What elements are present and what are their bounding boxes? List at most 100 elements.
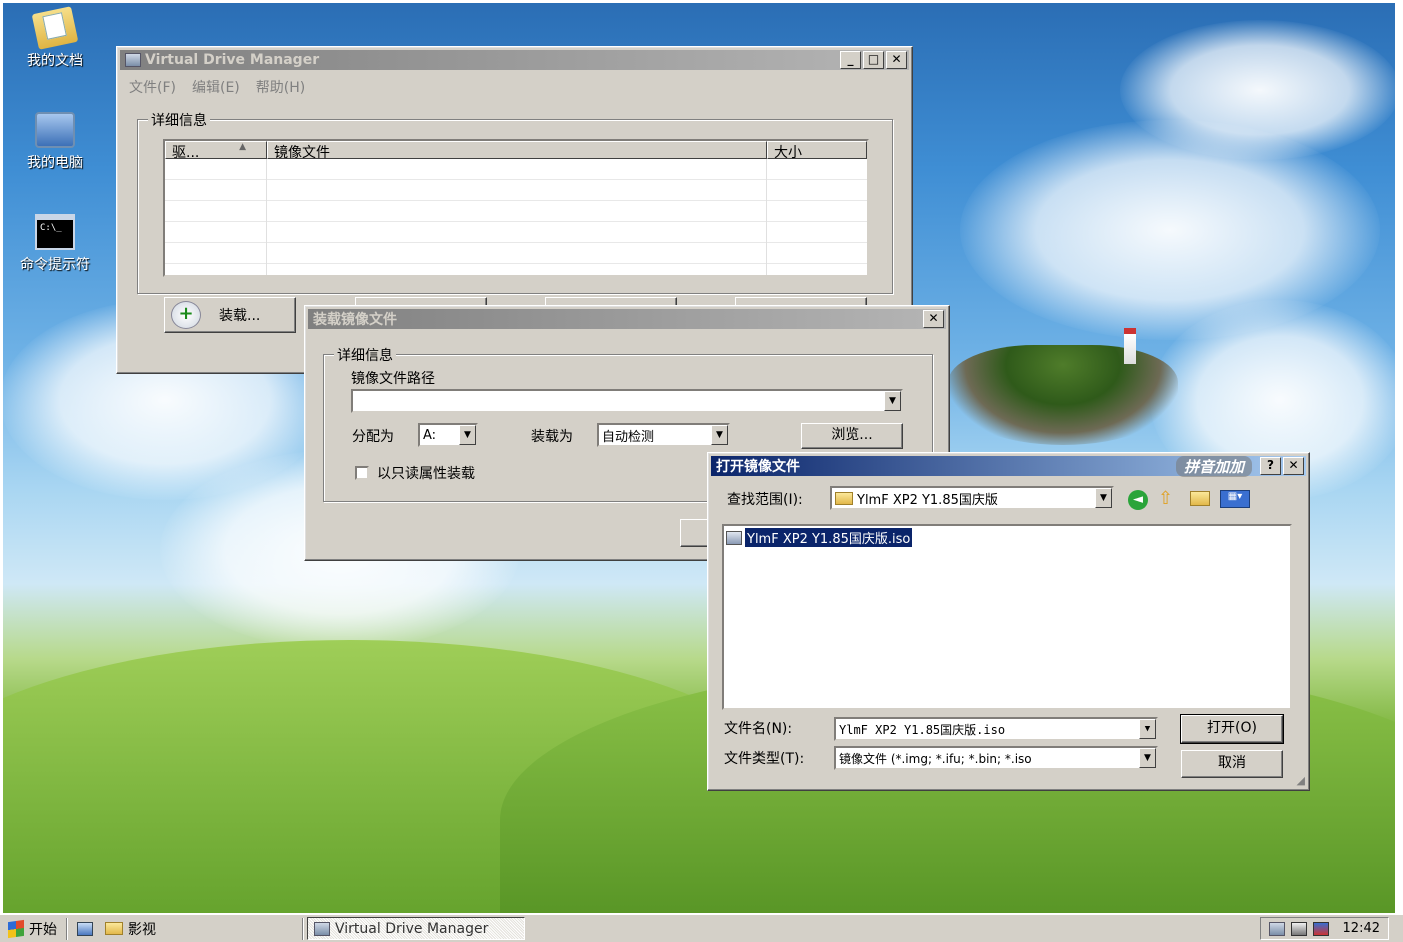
cancel-button-label: 取消 (1218, 755, 1246, 771)
menu-edit[interactable]: 编辑(E) (192, 77, 240, 97)
show-desktop-icon (77, 921, 93, 936)
close-button[interactable]: ✕ (886, 51, 907, 69)
filetype-select[interactable]: 镜像文件 (*.img; *.ifu; *.bin; *.iso ▼ (834, 746, 1158, 770)
vdm-title: Virtual Drive Manager (145, 52, 320, 68)
mount-dialog-title: 装载镜像文件 (313, 312, 397, 328)
vdm-titlebar[interactable]: Virtual Drive Manager _ □ ✕ (120, 50, 909, 70)
sort-asc-icon: ▲ (239, 142, 246, 152)
menu-help[interactable]: 帮助(H) (256, 77, 305, 97)
back-arrow-icon[interactable]: ◄ (1128, 490, 1148, 510)
start-button[interactable]: 开始 (0, 917, 63, 940)
group-legend: 详细信息 (148, 110, 210, 130)
cloud (1120, 20, 1400, 160)
list-item[interactable]: YlmF XP2 Y1.85国庆版.iso (726, 527, 1288, 548)
open-button-label: 打开(O) (1207, 720, 1257, 736)
chevron-down-icon[interactable]: ▼ (884, 391, 901, 411)
monitor-tray-icon[interactable] (1312, 921, 1329, 936)
task-label: Virtual Drive Manager (335, 920, 489, 937)
quick-folder-label: 影视 (128, 921, 156, 938)
new-folder-icon[interactable] (1190, 491, 1210, 506)
readonly-checkbox[interactable] (355, 466, 369, 480)
mount-as-value: 自动检测 (602, 429, 655, 445)
column-size[interactable]: 大小 (767, 141, 867, 161)
mount-as-label: 装载为 (531, 429, 573, 445)
floating-island (948, 345, 1178, 445)
assign-drive-value: A: (423, 427, 437, 443)
resize-grip-icon[interactable]: ◢ (1297, 774, 1305, 787)
file-name: YlmF XP2 Y1.85国庆版.iso (743, 527, 914, 548)
readonly-label: 以只读属性装载 (377, 466, 475, 482)
assign-drive-select[interactable]: A: ▼ (418, 423, 478, 447)
add-disc-icon: + (171, 301, 201, 329)
desktop-icon-label: 命令提示符 (20, 257, 90, 273)
mount-dialog-titlebar[interactable]: 装载镜像文件 ✕ (308, 309, 946, 329)
start-label: 开始 (29, 921, 57, 938)
quick-launch-show-desktop[interactable] (71, 917, 99, 940)
minimize-button[interactable]: _ (840, 51, 861, 69)
system-tray: 12:42 (1259, 917, 1389, 940)
taskbar: 开始 影视 Virtual Drive Manager 12:42 (0, 913, 1403, 942)
grid-line (766, 159, 767, 275)
desktop-icon-my-documents[interactable]: 我的文档 (5, 6, 105, 70)
filename-value: YlmF XP2 Y1.85国庆版.iso (839, 722, 1006, 737)
taskbar-separator (66, 917, 68, 940)
open-button[interactable]: 打开(O) (1180, 714, 1284, 744)
desktop-icon-command-prompt[interactable]: C:\_ 命令提示符 (5, 214, 105, 274)
list-grid (165, 159, 867, 275)
filename-label: 文件名(N): (724, 721, 793, 737)
mount-button[interactable]: + 装载... (164, 297, 296, 333)
drive-app-icon (125, 53, 141, 67)
folder-icon (105, 922, 123, 935)
chevron-down-icon[interactable]: ▼ (1139, 719, 1156, 739)
path-label: 镜像文件路径 (351, 371, 435, 387)
vdm-menubar: 文件(F) 编辑(E) 帮助(H) (129, 77, 305, 97)
help-button[interactable]: ? (1260, 457, 1281, 475)
lookin-select[interactable]: YlmF XP2 Y1.85国庆版 ▼ (830, 486, 1114, 510)
image-path-input[interactable]: ▼ (351, 389, 903, 413)
task-virtual-drive-manager[interactable]: Virtual Drive Manager (307, 917, 525, 940)
windows-logo-icon (8, 919, 24, 938)
browse-button[interactable]: 浏览... (801, 423, 903, 449)
mount-button-label: 装载... (219, 308, 261, 324)
chevron-down-icon[interactable]: ▼ (1095, 488, 1112, 508)
cancel-button[interactable]: 取消 (1181, 750, 1283, 778)
my-documents-icon (31, 6, 79, 50)
close-button[interactable]: ✕ (1283, 457, 1304, 475)
group-legend: 详细信息 (334, 345, 396, 365)
drive-list[interactable]: 驱... ▲ 镜像文件 大小 (163, 139, 869, 277)
lookin-label: 查找范围(I): (727, 492, 803, 508)
drive-tray-icon[interactable] (1268, 921, 1285, 936)
maximize-button[interactable]: □ (863, 51, 884, 69)
view-menu-icon[interactable]: ▦▾ (1220, 490, 1250, 508)
up-folder-icon[interactable]: ⇧ (1158, 488, 1173, 509)
open-dialog-title: 打开镜像文件 (716, 459, 800, 475)
my-computer-icon (35, 112, 75, 148)
chevron-down-icon[interactable]: ▼ (459, 425, 476, 445)
open-dialog-titlebar[interactable]: 打开镜像文件 拼音加加 ? ✕ (711, 455, 1306, 477)
grid-line (266, 159, 267, 275)
filename-input[interactable]: YlmF XP2 Y1.85国庆版.iso ▼ (834, 717, 1158, 741)
file-list[interactable]: YlmF XP2 Y1.85国庆版.iso (722, 524, 1292, 710)
desktop-icon-my-computer[interactable]: 我的电脑 (5, 112, 105, 172)
column-image-file[interactable]: 镜像文件 (267, 141, 767, 161)
iso-file-icon (726, 530, 742, 545)
desktop-icon-label: 我的文档 (27, 53, 83, 69)
chevron-down-icon[interactable]: ▼ (711, 425, 728, 445)
quick-folder[interactable]: 影视 (99, 917, 162, 940)
menu-file[interactable]: 文件(F) (129, 77, 176, 97)
chevron-down-icon[interactable]: ▼ (1139, 748, 1156, 768)
drive-app-icon (314, 921, 330, 936)
lighthouse (1124, 328, 1136, 364)
open-file-dialog: 打开镜像文件 拼音加加 ? ✕ 查找范围(I): YlmF XP2 Y1.85国… (707, 452, 1310, 791)
ime-badge: 拼音加加 (1175, 455, 1252, 477)
folder-icon (835, 491, 853, 505)
column-drive[interactable]: 驱... ▲ (165, 141, 267, 161)
taskbar-separator (302, 917, 304, 940)
column-label: 驱... (172, 145, 200, 161)
mount-as-select[interactable]: 自动检测 ▼ (597, 423, 730, 447)
command-prompt-icon: C:\_ (35, 214, 75, 250)
network-tray-icon[interactable] (1290, 921, 1307, 936)
close-button[interactable]: ✕ (923, 310, 944, 328)
assign-label: 分配为 (352, 429, 394, 445)
clock[interactable]: 12:42 (1343, 921, 1380, 936)
